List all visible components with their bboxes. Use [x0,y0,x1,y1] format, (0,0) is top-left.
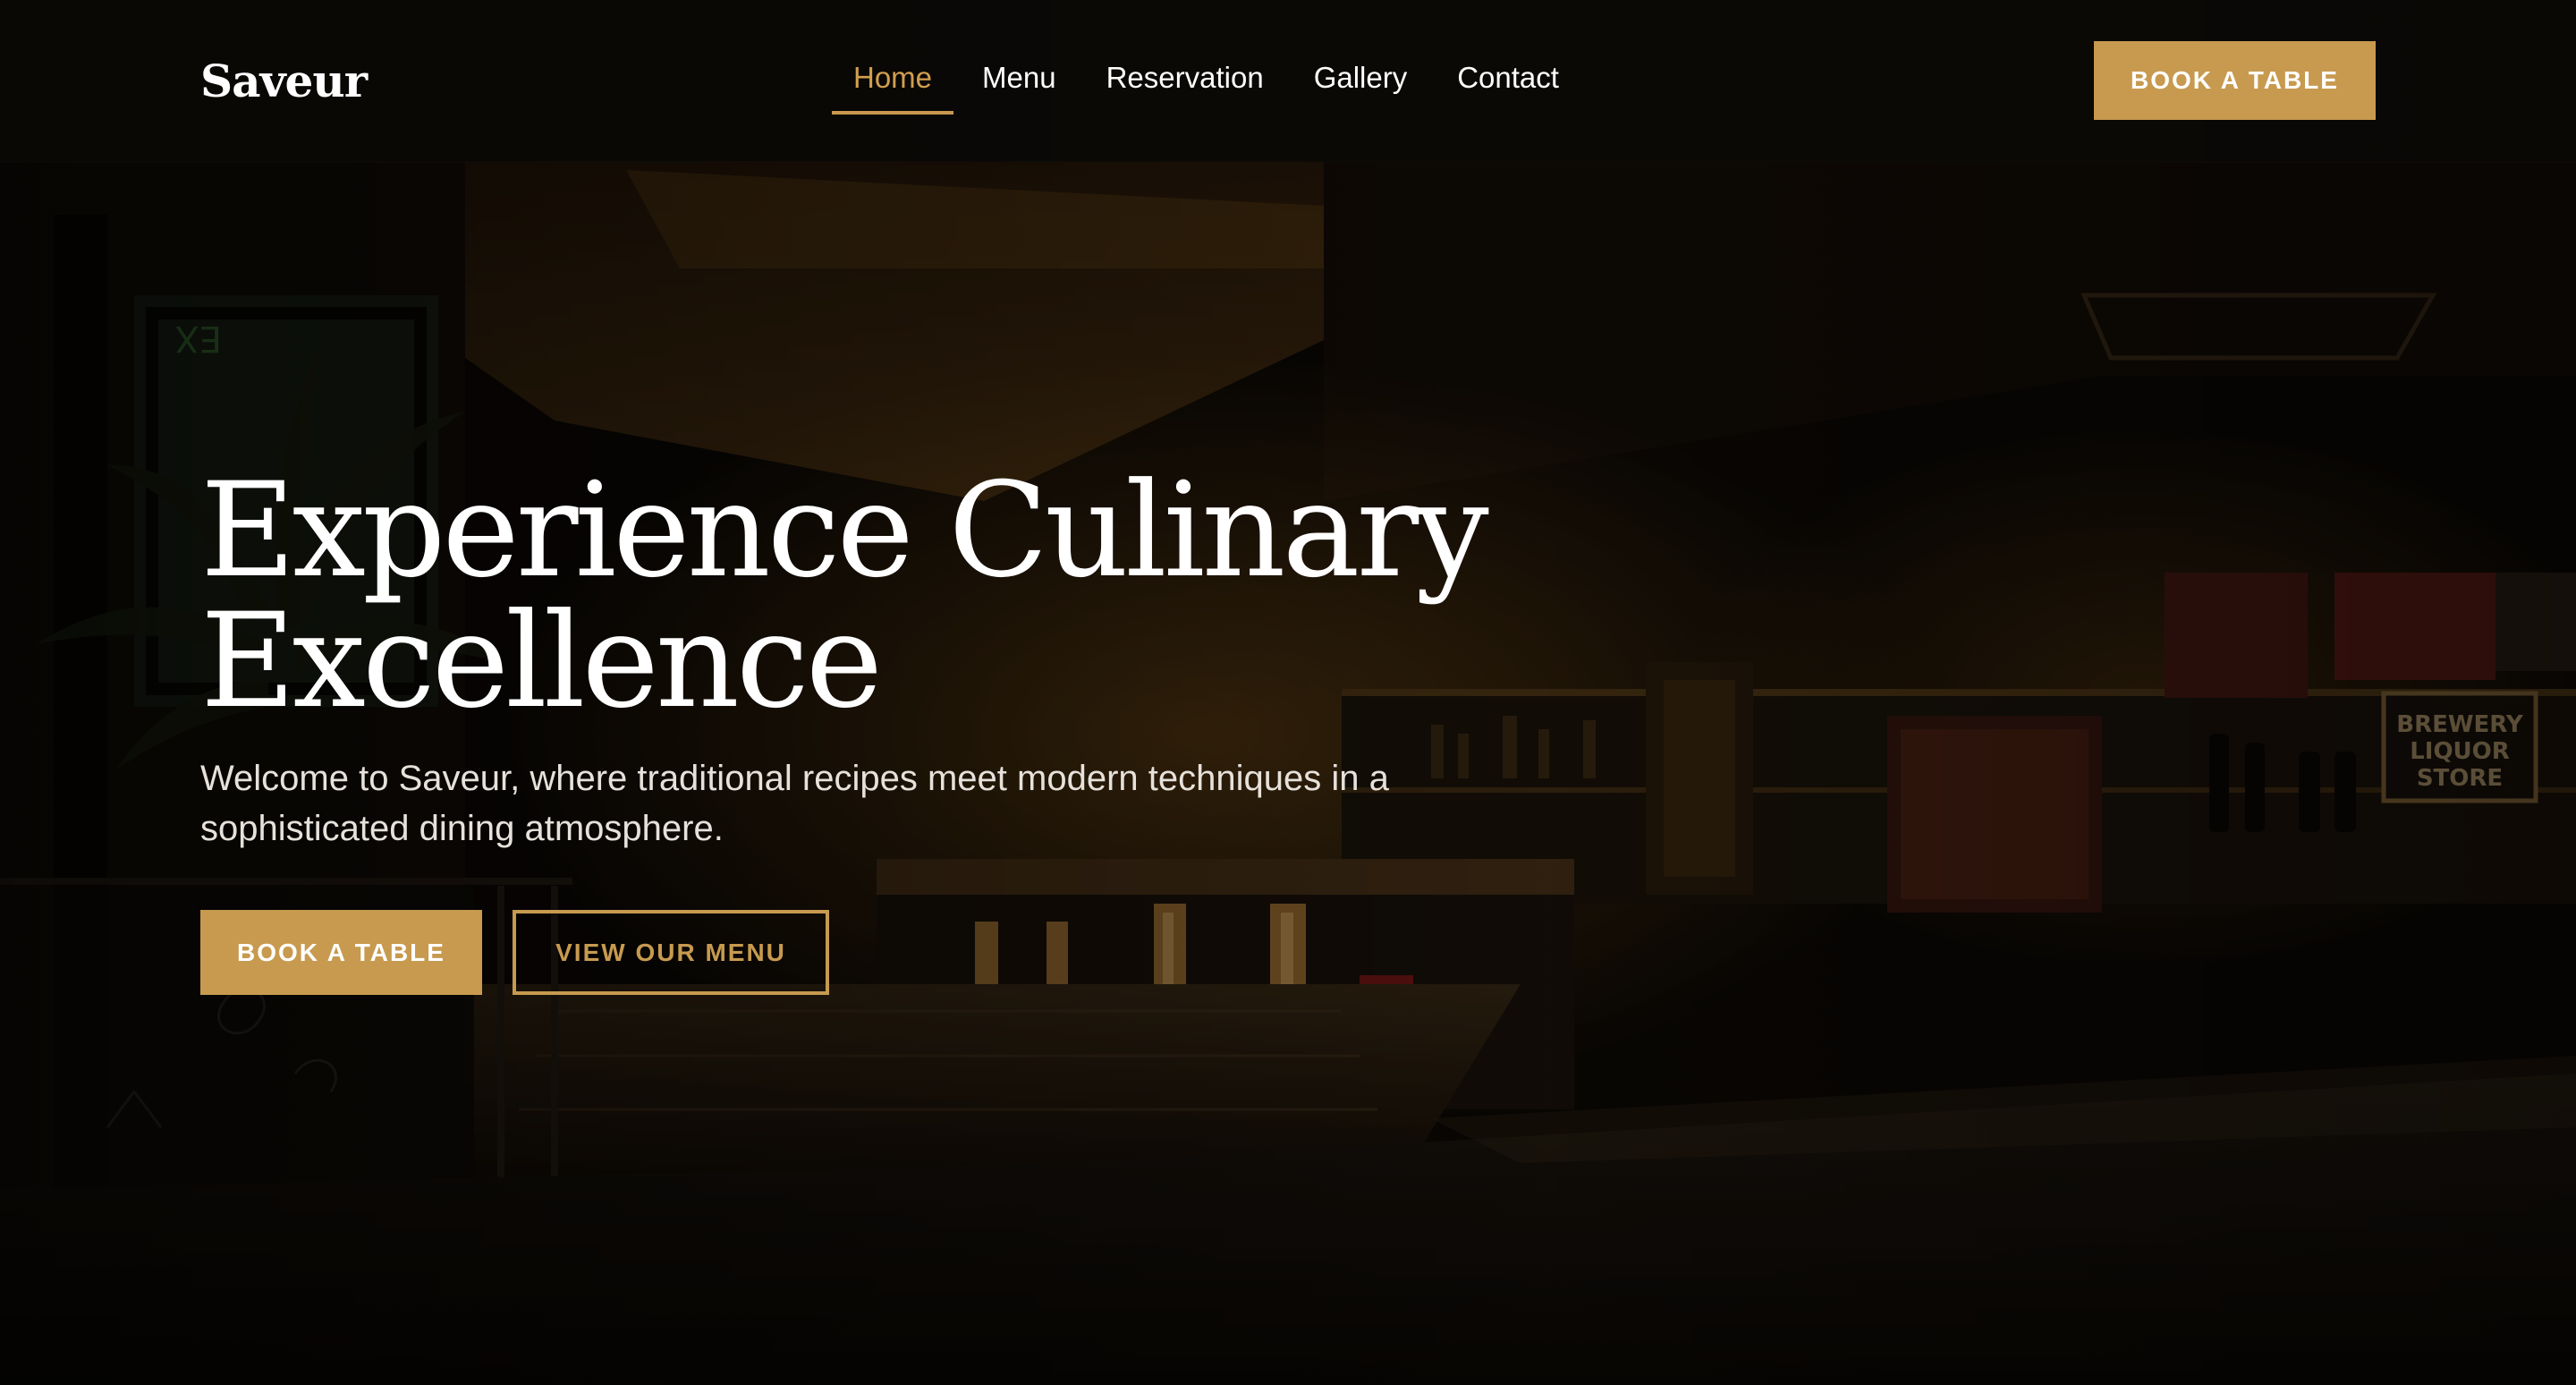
nav-link-home[interactable]: Home [832,55,954,115]
view-menu-button[interactable]: VIEW OUR MENU [513,910,829,995]
main-navigation: Home Menu Reservation Gallery Contact [832,55,1588,115]
hero-title-line-2: Excellence [200,585,883,737]
nav-link-menu[interactable]: Menu [961,55,1078,111]
hero-subtitle: Welcome to Saveur, where traditional rec… [200,759,1389,848]
nav-book-table-button[interactable]: BOOK A TABLE [2094,41,2376,120]
hero-title: Experience Culinary Excellence [200,465,1542,726]
hero-content: Experience Culinary Excellence Welcome t… [200,465,1542,889]
nav-link-reservation[interactable]: Reservation [1085,55,1285,111]
hero-book-table-button[interactable]: BOOK A TABLE [200,910,482,995]
nav-link-gallery[interactable]: Gallery [1292,55,1429,111]
top-navbar: Saveur Home Menu Reservation Gallery Con… [0,0,2576,163]
hero-section: EX [0,0,2576,1385]
hero-title-line-1: Experience Culinary [200,455,1489,607]
nav-link-contact[interactable]: Contact [1436,55,1580,111]
hero-actions: BOOK A TABLE VIEW OUR MENU [200,910,829,995]
site-logo[interactable]: Saveur [200,50,368,113]
